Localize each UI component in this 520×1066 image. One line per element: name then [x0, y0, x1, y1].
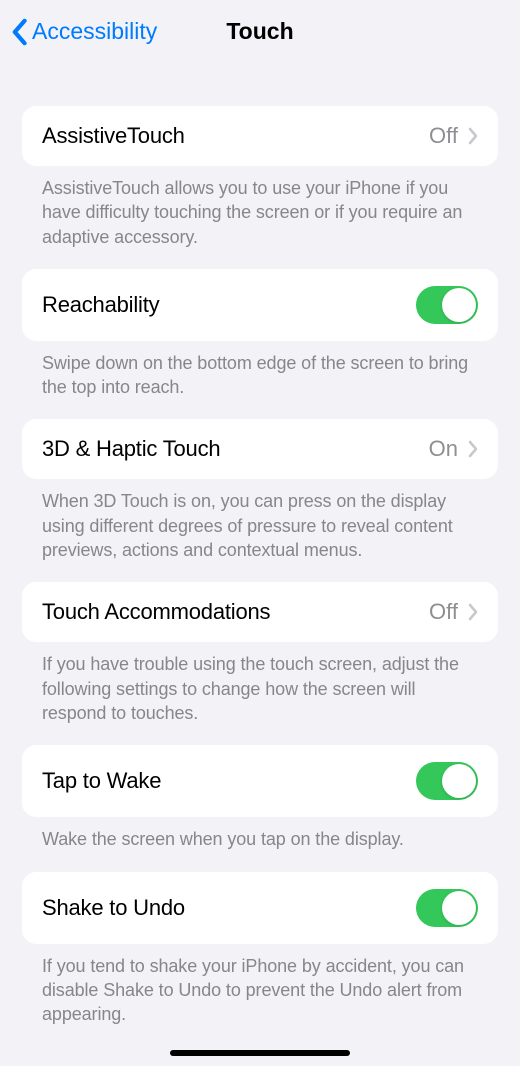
reachability-group: Reachability Swipe down on the bottom ed… — [22, 269, 498, 400]
row-right: Off — [429, 123, 478, 149]
row-label: Shake to Undo — [42, 895, 185, 921]
footer-text: Swipe down on the bottom edge of the scr… — [22, 341, 498, 400]
reachability-toggle[interactable] — [416, 286, 478, 324]
nav-header: Accessibility Touch — [0, 0, 520, 61]
row-label: AssistiveTouch — [42, 123, 185, 149]
footer-text: When 3D Touch is on, you can press on th… — [22, 479, 498, 562]
shake-to-undo-toggle[interactable] — [416, 889, 478, 927]
row-label: Tap to Wake — [42, 768, 161, 794]
row-value: Off — [429, 123, 458, 149]
shake-to-undo-row: Shake to Undo — [22, 872, 498, 944]
back-button[interactable]: Accessibility — [10, 18, 157, 46]
row-right: On — [429, 436, 478, 462]
3d-haptic-group: 3D & Haptic Touch On When 3D Touch is on… — [22, 419, 498, 562]
tap-to-wake-row: Tap to Wake — [22, 745, 498, 817]
row-value: Off — [429, 599, 458, 625]
row-value: On — [429, 436, 458, 462]
3d-haptic-row[interactable]: 3D & Haptic Touch On — [22, 419, 498, 479]
toggle-knob — [442, 891, 476, 925]
footer-text: If you have trouble using the touch scre… — [22, 642, 498, 725]
assistivetouch-row[interactable]: AssistiveTouch Off — [22, 106, 498, 166]
row-label: Touch Accommodations — [42, 599, 270, 625]
chevron-right-icon — [468, 440, 478, 458]
tap-to-wake-group: Tap to Wake Wake the screen when you tap… — [22, 745, 498, 851]
toggle-knob — [442, 764, 476, 798]
shake-to-undo-group: Shake to Undo If you tend to shake your … — [22, 872, 498, 1027]
assistivetouch-group: AssistiveTouch Off AssistiveTouch allows… — [22, 106, 498, 249]
chevron-right-icon — [468, 603, 478, 621]
tap-to-wake-toggle[interactable] — [416, 762, 478, 800]
reachability-row: Reachability — [22, 269, 498, 341]
touch-accommodations-row[interactable]: Touch Accommodations Off — [22, 582, 498, 642]
chevron-left-icon — [10, 18, 28, 46]
row-right: Off — [429, 599, 478, 625]
chevron-right-icon — [468, 127, 478, 145]
footer-text: If you tend to shake your iPhone by acci… — [22, 944, 498, 1027]
row-label: Reachability — [42, 292, 159, 318]
footer-text: Wake the screen when you tap on the disp… — [22, 817, 498, 851]
toggle-knob — [442, 288, 476, 322]
footer-text: AssistiveTouch allows you to use your iP… — [22, 166, 498, 249]
row-label: 3D & Haptic Touch — [42, 436, 220, 462]
back-label: Accessibility — [32, 18, 157, 45]
settings-content: AssistiveTouch Off AssistiveTouch allows… — [0, 106, 520, 1026]
home-indicator[interactable] — [170, 1050, 350, 1056]
touch-accommodations-group: Touch Accommodations Off If you have tro… — [22, 582, 498, 725]
